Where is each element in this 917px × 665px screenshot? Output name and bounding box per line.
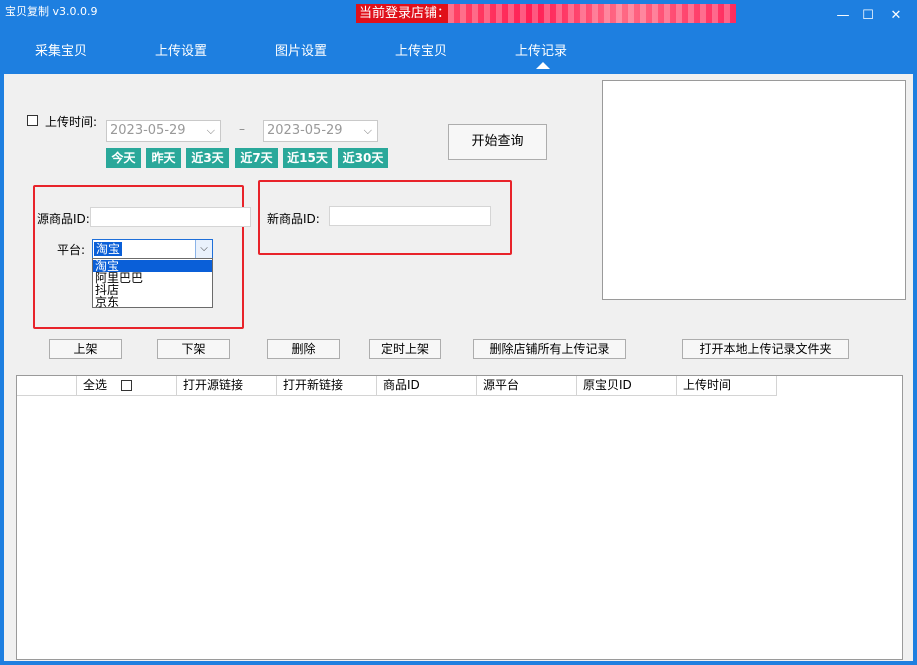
minimize-button[interactable]: — xyxy=(833,8,853,24)
source-id-input[interactable] xyxy=(90,207,251,227)
chevron-down-icon[interactable]: ⌵ xyxy=(195,240,212,258)
store-label: 当前登录店铺： xyxy=(356,4,454,23)
tab-collect[interactable]: 采集宝贝 xyxy=(11,40,111,59)
quick-yesterday[interactable]: 昨天 xyxy=(146,148,181,168)
platform-label: 平台: xyxy=(57,243,86,257)
date-from-value: 2023-05-29 xyxy=(110,123,186,138)
quick-7-days[interactable]: 近7天 xyxy=(235,148,278,168)
store-name-redacted xyxy=(448,4,736,23)
table-header-original-item-id[interactable]: 原宝贝ID xyxy=(577,376,677,396)
image-preview xyxy=(602,80,906,300)
tab-bar: 采集宝贝 上传设置 图片设置 上传宝贝 上传记录 xyxy=(0,32,917,74)
date-to-picker[interactable]: 2023-05-29 ⌵ xyxy=(263,120,378,142)
upload-time-checkbox[interactable] xyxy=(27,115,38,126)
open-records-folder-button[interactable]: 打开本地上传记录文件夹 xyxy=(682,339,849,359)
table-header-select-all[interactable]: 全选 xyxy=(77,376,177,396)
platform-select[interactable]: 淘宝 ⌵ xyxy=(92,239,213,259)
maximize-button[interactable]: ☐ xyxy=(858,8,878,24)
table-header-open-new-link[interactable]: 打开新链接 xyxy=(277,376,377,396)
quick-3-days[interactable]: 近3天 xyxy=(186,148,229,168)
delete-all-records-button[interactable]: 删除店铺所有上传记录 xyxy=(473,339,626,359)
source-id-label: 源商品ID: xyxy=(37,212,90,226)
tab-image-settings[interactable]: 图片设置 xyxy=(251,40,351,59)
scheduled-list-button[interactable]: 定时上架 xyxy=(369,339,441,359)
app-title: 宝贝复制 v3.0.0.9 xyxy=(5,5,98,18)
delete-button[interactable]: 删除 xyxy=(267,339,340,359)
date-to-value: 2023-05-29 xyxy=(267,123,343,138)
upload-time-label: 上传时间: xyxy=(45,115,98,129)
table-header-open-source-link[interactable]: 打开源链接 xyxy=(177,376,277,396)
new-id-input[interactable] xyxy=(329,206,491,226)
tab-upload-settings[interactable]: 上传设置 xyxy=(131,40,231,59)
title-bar: 宝贝复制 v3.0.0.9 当前登录店铺： — ☐ ✕ xyxy=(0,0,917,32)
tab-upload-records[interactable]: 上传记录 xyxy=(491,40,591,59)
new-id-label: 新商品ID: xyxy=(267,212,320,226)
quick-today[interactable]: 今天 xyxy=(106,148,141,168)
quick-15-days[interactable]: 近15天 xyxy=(283,148,332,168)
quick-30-days[interactable]: 近30天 xyxy=(338,148,388,168)
table-header-item-id[interactable]: 商品ID xyxy=(377,376,477,396)
platform-selected-value: 淘宝 xyxy=(94,242,123,256)
start-query-button[interactable]: 开始查询 xyxy=(448,124,547,160)
date-from-picker[interactable]: 2023-05-29 ⌵ xyxy=(106,120,221,142)
chevron-down-icon: ⌵ xyxy=(363,124,372,137)
select-all-label: 全选 xyxy=(83,378,108,392)
chevron-down-icon: ⌵ xyxy=(206,124,215,137)
records-table[interactable]: 全选 打开源链接 打开新链接 商品ID 源平台 原宝贝ID 上传时间 xyxy=(16,375,903,660)
table-header-source-platform[interactable]: 源平台 xyxy=(477,376,577,396)
select-all-checkbox[interactable] xyxy=(121,380,132,391)
platform-dropdown: 淘宝 阿里巴巴 抖店 京东 xyxy=(92,258,213,308)
date-separator: – xyxy=(239,122,245,136)
table-header-upload-time[interactable]: 上传时间 xyxy=(677,376,777,396)
active-tab-indicator xyxy=(536,62,550,69)
tab-upload-items[interactable]: 上传宝贝 xyxy=(371,40,471,59)
list-on-shelf-button[interactable]: 上架 xyxy=(49,339,122,359)
close-button[interactable]: ✕ xyxy=(886,8,906,24)
platform-option-jd[interactable]: 京东 xyxy=(93,296,212,308)
table-header-index xyxy=(17,376,77,396)
take-off-shelf-button[interactable]: 下架 xyxy=(157,339,230,359)
